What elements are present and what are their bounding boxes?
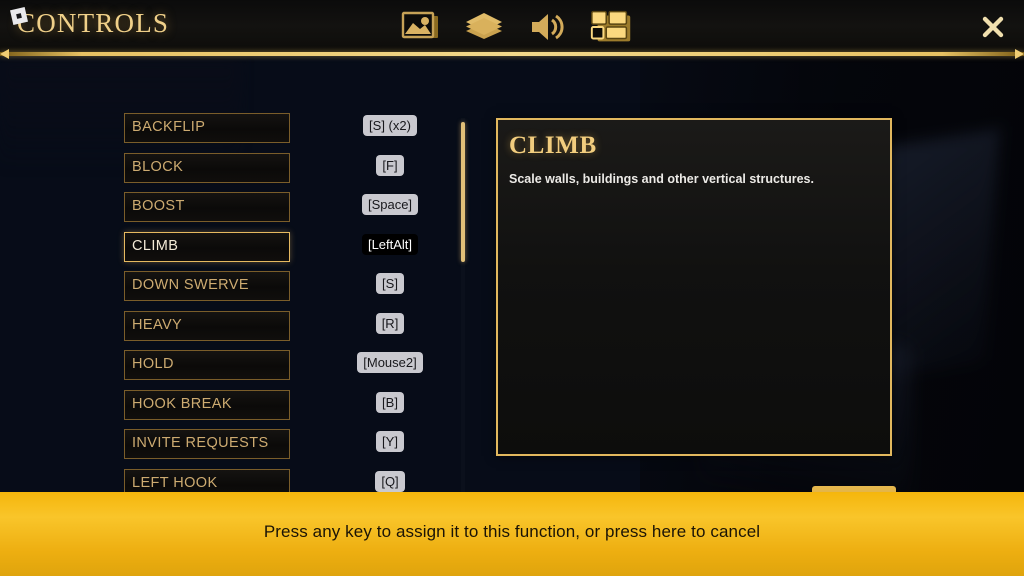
keybind-key-chip[interactable]: [F] [376,154,404,176]
keybind-key-chip[interactable]: [Mouse2] [357,352,423,373]
tab-controls[interactable] [588,6,636,48]
settings-tabs [396,2,636,52]
keybind-row[interactable]: HOOK BREAK [B] [110,387,450,427]
keybind-key-wrapper: [LeftAlt] [310,233,450,255]
keybind-key-wrapper: [Space] [310,194,450,215]
keybind-key-chip[interactable]: [S] [376,273,404,294]
keybind-row[interactable]: CLIMB [LeftAlt] [110,229,450,269]
keybind-key-chip[interactable]: [LeftAlt] [361,233,419,255]
keybind-action-button[interactable]: HOLD [124,350,290,380]
keybind-detail-panel: CLIMB Scale walls, buildings and other v… [496,118,892,456]
keybind-key-wrapper: [F] [310,154,450,176]
keybind-list-scrollbar-thumb[interactable] [461,122,465,262]
tab-audio[interactable] [524,6,572,48]
controls-settings-screen: CONTROLS BACKFLIP [S] (x2) BLOCK [F] BOO… [0,0,1024,576]
keybind-key-chip[interactable]: [Q] [375,470,405,492]
keybind-row[interactable]: INVITE REQUESTS [Y] [110,426,450,466]
header-bar: CONTROLS [0,0,1024,54]
keybind-key-wrapper: [S] [310,273,450,294]
keybind-key-chip[interactable]: [R] [375,312,405,334]
keybind-key-chip[interactable]: [Y] [376,431,404,452]
keybind-row[interactable]: BLOCK [F] [110,150,450,190]
keybind-action-button[interactable]: INVITE REQUESTS [124,429,290,459]
keybind-row[interactable]: BOOST [Space] [110,189,450,229]
keybind-action-button[interactable]: BOOST [124,192,290,222]
keybind-key-chip[interactable]: [Space] [361,194,419,215]
close-icon[interactable] [976,10,1010,44]
keybind-row[interactable]: DOWN SWERVE [S] [110,268,450,308]
keybind-action-button[interactable]: DOWN SWERVE [124,271,290,301]
tab-graphics[interactable] [396,6,444,48]
keybind-action-button[interactable]: CLIMB [124,231,290,262]
keybind-row[interactable]: BACKFLIP [S] (x2) [110,110,450,150]
page-title: CONTROLS [17,8,170,38]
keybind-key-wrapper: [Mouse2] [310,352,450,373]
keybind-row[interactable]: HEAVY [R] [110,308,450,348]
keybind-key-chip[interactable]: [S] (x2) [363,115,417,136]
key-assign-prompt-banner[interactable]: Press any key to assign it to this funct… [0,492,1024,576]
keybind-action-button[interactable]: BACKFLIP [124,113,290,143]
roblox-logo-icon [8,5,30,27]
keybind-key-wrapper: [R] [310,312,450,334]
keybind-key-wrapper: [Q] [310,470,450,492]
keybind-list[interactable]: BACKFLIP [S] (x2) BLOCK [F] BOOST [Space] CLIM… [110,110,450,505]
keybind-key-chip[interactable]: [B] [376,391,404,413]
keybind-key-wrapper: [Y] [310,431,450,452]
key-assign-prompt-text: Press any key to assign it to this funct… [263,522,761,541]
header-divider [0,49,1024,59]
tab-layers[interactable] [460,6,508,48]
keybind-key-wrapper: [S] (x2) [310,115,450,136]
keybind-action-button[interactable]: BLOCK [124,152,290,183]
detail-description: Scale walls, buildings and other vertica… [509,172,814,186]
keybind-row[interactable]: HOLD [Mouse2] [110,347,450,387]
detail-title: CLIMB [509,132,597,159]
keybind-key-wrapper: [B] [310,391,450,413]
keybind-action-button[interactable]: HOOK BREAK [124,389,290,420]
keybind-action-button[interactable]: HEAVY [124,310,290,341]
